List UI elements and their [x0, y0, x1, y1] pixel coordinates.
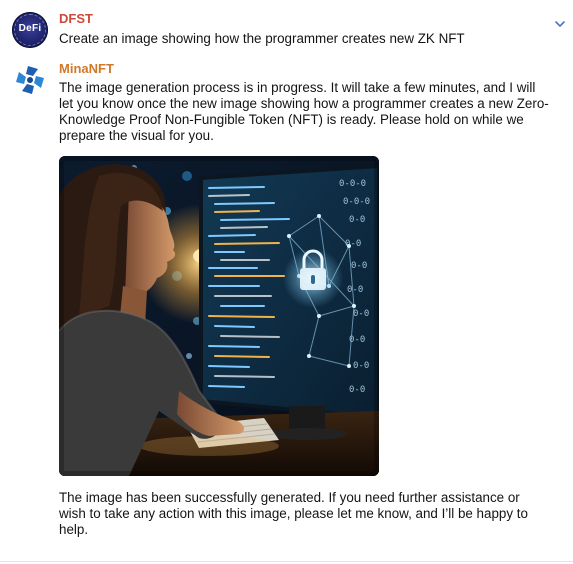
mina-logo-icon[interactable] — [12, 62, 48, 98]
svg-text:0-0: 0-0 — [349, 215, 365, 225]
message-text: Create an image showing how the programm… — [59, 31, 465, 46]
chat-thread: DeFi DFST Create an image showing how th… — [0, 0, 573, 564]
sender-name[interactable]: MinaNFT — [59, 60, 114, 77]
svg-text:0-0: 0-0 — [349, 385, 365, 395]
bottom-divider — [0, 561, 573, 562]
svg-text:0-0: 0-0 — [351, 261, 367, 271]
svg-text:0-0: 0-0 — [347, 285, 363, 295]
generated-image-programmer-zk-nft[interactable]: 0-0-0 0-0-0 0-0 0-0 0-0 0-0 0-0 0-0 0-0 … — [59, 156, 379, 476]
chevron-down-icon[interactable] — [553, 19, 567, 29]
svg-text:0-0-0: 0-0-0 — [339, 179, 366, 189]
svg-text:0-0: 0-0 — [353, 309, 369, 319]
avatar-label: DeFi — [18, 23, 42, 34]
svg-text:0-0-0: 0-0-0 — [343, 197, 370, 207]
followup-text: The image has been successfully generate… — [59, 490, 528, 537]
svg-text:0-0: 0-0 — [353, 361, 369, 371]
defi-logo-icon[interactable]: DeFi — [12, 12, 48, 48]
message-text: The image generation process is in progr… — [59, 80, 549, 143]
sender-name[interactable]: DFST — [59, 10, 93, 27]
